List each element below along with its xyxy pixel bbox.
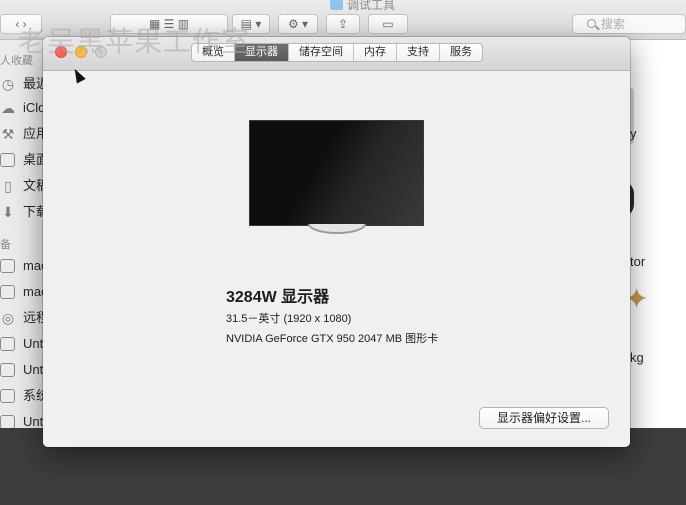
about-this-mac-window: 概览 显示器 储存空间 内存 支持 服务 3284W 显示器 31.5－英寸 (… [43,37,630,447]
file-label[interactable]: y [630,126,637,141]
graphics-card: NVIDIA GeForce GTX 950 2047 MB 图形卡 [226,333,439,345]
computer-icon [0,259,15,273]
download-icon: ⬇ [2,204,14,220]
gear-icon[interactable]: ⚙ ▾ [278,14,318,34]
disk-icon [0,337,15,351]
sidebar-item-untitled-2[interactable]: Unt [0,360,46,380]
display-name: 3284W 显示器 [226,289,330,306]
remote-disc-icon: ◎ [1,310,15,326]
document-icon: ▯ [4,178,12,194]
sidebar-item-untitled-3[interactable]: Unt [0,412,46,428]
finder-sidebar: 人收藏 ◷最近 ☁iClou ⚒应用 桌面 ▯文稿 ⬇下载 备 mac mac … [0,40,46,428]
file-label[interactable]: kg [630,350,644,365]
share-icon[interactable]: ⇪ [326,14,360,34]
tab-memory[interactable]: 内存 [354,44,397,61]
sidebar-item-recents[interactable]: ◷ 最近 [0,74,46,94]
display-size: 31.5－英寸 (1920 x 1080) [226,313,352,325]
cloud-icon: ☁ [1,100,15,116]
sidebar-item-mac[interactable]: mac [0,256,46,276]
sidebar-item-icloud[interactable]: ☁iClou [0,98,46,118]
screen-reflection [272,121,423,225]
sidebar-item-untitled-1[interactable]: Unt [0,334,46,354]
finder-title: 调试工具 [330,0,395,12]
applications-icon: ⚒ [1,126,15,142]
desktop-icon [0,153,15,167]
tab-support[interactable]: 支持 [397,44,440,61]
search-input[interactable]: 搜索 [572,14,686,34]
sidebar-item-downloads[interactable]: ⬇ 下载 [0,202,46,222]
clock-icon: ◷ [1,76,15,92]
devices-header: 备 [0,239,11,251]
file-label[interactable]: tor [630,254,645,269]
disk-icon [0,415,15,428]
display-panel: 3284W 显示器 31.5－英寸 (1920 x 1080) NVIDIA G… [43,72,630,447]
tag-icon[interactable]: ▭ [368,14,408,34]
disk-icon [0,389,15,403]
sidebar-item-remote-disc[interactable]: ◎ 远程 [0,308,46,328]
sidebar-item-applications[interactable]: ⚒ 应用 [0,124,46,144]
disk-icon [0,285,15,299]
watermark: 老吴黑苹果工作室 [18,26,251,57]
monitor-icon [249,120,424,234]
display-preferences-button[interactable]: 显示器偏好设置... [479,407,609,429]
monitor-stand [308,224,366,234]
sidebar-item-desktop[interactable]: 桌面 [0,150,46,170]
disk-icon [0,363,15,377]
sidebar-item-documents[interactable]: ▯ 文稿 [0,176,46,196]
finder-file-area: y tor ✦ kg [620,40,686,428]
tab-service[interactable]: 服务 [440,44,482,61]
folder-icon [330,0,343,10]
sidebar-item-system[interactable]: 系统 [0,386,46,406]
sidebar-item-mac-disk[interactable]: mac [0,282,46,302]
search-icon [587,19,596,28]
tab-storage[interactable]: 储存空间 [289,44,354,61]
monitor-screen [249,120,424,226]
